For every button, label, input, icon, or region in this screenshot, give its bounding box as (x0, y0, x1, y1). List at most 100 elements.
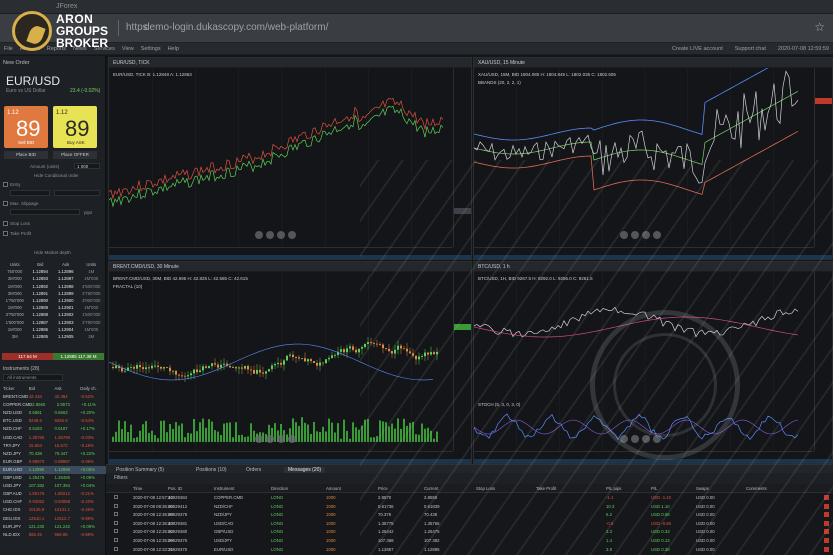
instrument-row[interactable]: NLD.IDX 566.45 566.85 -0.88% (0, 531, 106, 539)
close-position-icon[interactable] (824, 512, 829, 518)
instrument-col-header[interactable]: Ask (55, 385, 81, 393)
instrument-row[interactable]: USD.CAD 1.35766 1.35790 -0.03% (0, 434, 106, 442)
positions-col-header[interactable]: P/L (651, 486, 657, 491)
positions-col-header[interactable]: Instrument (214, 486, 234, 491)
brent-candles-plot[interactable] (109, 272, 455, 451)
positions-col-header[interactable]: Direction (271, 486, 288, 491)
instrument-row[interactable]: BTC.USD 9249.6 9256.9 -0.54% (0, 417, 106, 425)
place-offer-button[interactable]: Place OFFER (53, 151, 97, 159)
bookmark-star-icon[interactable]: ☆ (814, 20, 825, 34)
instrument-row[interactable]: USD.CHF 0.94052 0.94068 -0.10% (0, 498, 106, 506)
positions-col-header[interactable]: Take Profit (536, 486, 556, 491)
sell-bid-button[interactable]: 1.12 89 Sell BID (4, 106, 48, 148)
row-checkbox[interactable] (114, 538, 118, 542)
menu-item-settings[interactable]: Settings (141, 46, 161, 52)
positions-col-header[interactable]: Time (133, 486, 142, 491)
position-row[interactable]: 2020-07-08 12:36:08 20929379 NZD/JPY LONG 10… (106, 510, 833, 519)
chart-tab[interactable]: EUR/USD, TICK (113, 60, 150, 66)
positions-col-header[interactable]: Current (424, 486, 438, 491)
instrument-col-header[interactable]: Bid (29, 385, 55, 393)
positions-col-header[interactable]: Swaps (696, 486, 709, 491)
amount-input[interactable]: 1 000 (74, 163, 100, 169)
close-position-icon[interactable] (824, 529, 829, 535)
instrument-row[interactable]: COPPER.CMD 2.8560 2.8573 +0.11% (0, 401, 106, 409)
positions-col-header[interactable]: Pos. ID (168, 486, 182, 491)
positions-col-header[interactable]: Comments (746, 486, 767, 491)
instrument-row[interactable]: NZD.JPY 70.438 70.447 +0.22% (0, 450, 106, 458)
chart-panel-xauusd[interactable]: XAU/USD, 15 Minute XAU/USD, 15M, BID 180… (473, 57, 833, 260)
instrument-row[interactable]: NZD.CHF 0.6183 0.6187 +0.17% (0, 425, 106, 433)
depth-cell: 1.12890 (32, 297, 49, 303)
chart-scrollbar[interactable] (109, 255, 471, 259)
instrument-row[interactable]: DEU.IDX 12510.1 12512.7 -0.99% (0, 515, 106, 523)
row-checkbox[interactable] (114, 520, 118, 525)
instrument-row[interactable]: BRENT.CMD 42.434 42.454 -0.52% (0, 393, 106, 401)
row-checkbox[interactable] (114, 529, 118, 534)
close-position-icon[interactable] (824, 546, 829, 552)
slippage-input[interactable] (10, 209, 80, 215)
filters-button[interactable]: Filters (114, 475, 128, 481)
chart-panel-brent[interactable]: BRENT.CMD/USD, 30 Minute BRENT.CMD/USD, … (108, 261, 472, 464)
position-row[interactable]: 2020-07-08 08:36:05 20929412 NZD/CHF LONG 10… (106, 502, 833, 511)
pair-name[interactable]: EUR/USD (6, 74, 60, 88)
entry-checkbox[interactable] (3, 182, 8, 187)
chart-tab[interactable]: XAU/USD, 15 Minute (478, 60, 525, 66)
menu-item-help[interactable]: Help (168, 46, 179, 52)
instrument-col-header[interactable]: Daily ch. (80, 385, 106, 393)
chart-tab[interactable]: BRENT.CMD/USD, 30 Minute (113, 264, 179, 270)
chart-scrollbar[interactable] (474, 255, 832, 259)
browser-address-bar[interactable]: https demo-login.dukascopy.com/web-platf… (0, 14, 833, 43)
stop-loss-checkbox[interactable] (3, 221, 8, 226)
instrument-row[interactable]: TRY.JPY 15.654 15.672 -0.18% (0, 442, 106, 450)
chart-nav-buttons[interactable] (255, 231, 296, 239)
menu-right-0[interactable]: Create LIVE account (672, 46, 723, 52)
position-row[interactable]: 2020-07-08 12:35:09 20929376 USD/JPY LONG 10… (106, 536, 833, 545)
series-line (109, 343, 434, 381)
take-profit-checkbox[interactable] (3, 231, 8, 236)
chart-scrollbar[interactable] (474, 459, 832, 463)
row-checkbox[interactable] (114, 495, 118, 499)
instrument-row[interactable]: NZD.USD 0.6561 0.6563 +0.20% (0, 409, 106, 417)
xauusd-bbands-plot[interactable] (474, 68, 816, 247)
chart-tab[interactable]: BTC/USD, 1 h (478, 264, 510, 270)
positions-col-header[interactable]: Price (378, 486, 388, 491)
position-row[interactable]: 2020-07-08 12:57:44 20929384 COPPER.CMD LON… (106, 493, 833, 502)
row-checkbox[interactable] (114, 512, 118, 517)
row-checkbox[interactable] (114, 546, 118, 551)
max-slippage-checkbox[interactable] (3, 201, 8, 206)
hide-conditional-link[interactable]: Hide Conditional order (34, 173, 79, 178)
position-row[interactable]: 2020-07-08 12:35:02 20929380 GBP/USD LONG 10… (106, 527, 833, 536)
instrument-row[interactable]: CHE.IDX 10125.8 10131.1 -0.46% (0, 506, 106, 514)
instrument-row[interactable]: GBP.USD 1.25475 1.25485 +0.08% (0, 474, 106, 482)
position-row[interactable]: 2020-07-08 12:33:21 20929370 EUR/USD LONG 10… (106, 545, 833, 554)
chart-nav-buttons[interactable] (255, 435, 296, 443)
position-row[interactable]: 2020-07-08 12:36:43 20929381 USD/CAD LONG 10… (106, 519, 833, 528)
place-bid-button[interactable]: Place BID (4, 151, 48, 159)
instrument-row[interactable]: EUR.JPY 121.230 121.242 +0.09% (0, 523, 106, 531)
instrument-row[interactable]: EUR.USD 1.12895 1.12896 +0.05% (0, 465, 106, 475)
instrument-col-header[interactable]: Ticker (3, 385, 29, 393)
chart-scrollbar[interactable] (109, 459, 471, 463)
entry-type-select[interactable] (10, 190, 50, 196)
close-position-icon[interactable] (824, 538, 829, 543)
buy-ask-button[interactable]: 1.12 89 Buy ASK (53, 106, 97, 148)
positions-col-header[interactable]: Stop Loss (476, 486, 495, 491)
instrument-row[interactable]: GBP.AUD 1.80176 1.80212 -0.21% (0, 490, 106, 498)
close-position-icon[interactable] (824, 520, 829, 526)
chart-nav-buttons[interactable] (620, 231, 661, 239)
instrument-row[interactable]: USD.JPY 107.382 107.394 +0.04% (0, 482, 106, 490)
menu-right-1[interactable]: Support chat (735, 46, 766, 52)
instruments-filter[interactable]: All instruments (3, 374, 63, 381)
hide-market-depth-link[interactable]: Hide Market depth (34, 250, 71, 255)
close-position-icon[interactable] (824, 503, 829, 509)
url-text[interactable]: demo-login.dukascopy.com/web-platform/ (144, 22, 328, 33)
positions-col-header[interactable]: P/L pips (606, 486, 621, 491)
positions-col-header[interactable]: Amount (326, 486, 341, 491)
menu-item-view[interactable]: View (122, 46, 134, 52)
instrument-row[interactable]: EUR.GBP 0.89970 0.89987 -0.08% (0, 458, 106, 466)
eurusd-tick-plot[interactable] (109, 68, 455, 247)
close-position-icon[interactable] (824, 495, 829, 500)
chart-panel-eurusd[interactable]: EUR/USD, TICK EUR/USD, TICK B: 1.12848 A… (108, 57, 472, 260)
row-checkbox[interactable] (114, 503, 118, 508)
entry-price-input[interactable] (54, 190, 100, 196)
